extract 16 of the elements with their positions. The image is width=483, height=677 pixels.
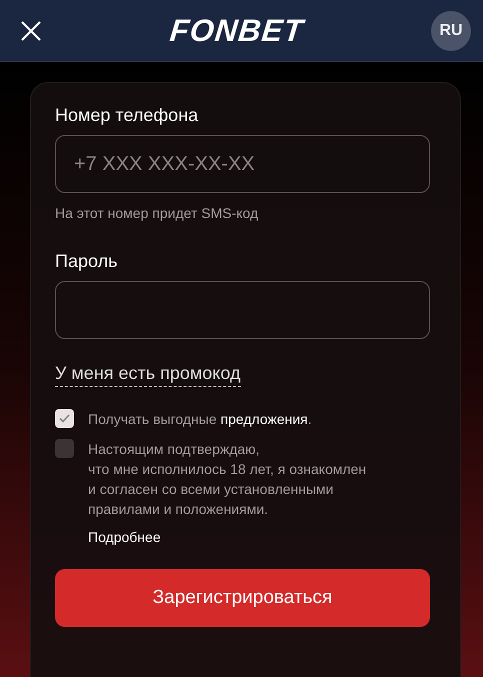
details-link[interactable]: Подробнее bbox=[88, 529, 161, 545]
password-field[interactable] bbox=[55, 281, 430, 339]
consent-text: Получать выгодные предложения. bbox=[88, 410, 312, 429]
checkbox[interactable] bbox=[55, 439, 74, 458]
logo: FONBET bbox=[168, 12, 306, 48]
consent-text: Настоящим подтверждаю, что мне исполнилось 18 лет, я ознакомлен и согласен со всеми установленными правилами и положениями. bbox=[88, 440, 366, 519]
language-button[interactable]: RU bbox=[431, 10, 471, 50]
register-button[interactable]: Зарегистрироваться bbox=[55, 569, 430, 627]
promo-code-link[interactable]: У меня есть промокод bbox=[55, 363, 240, 387]
phone-field[interactable]: +7 XXX XXX-XX-XX bbox=[55, 135, 430, 193]
check-icon bbox=[59, 414, 70, 423]
phone-label: Номер телефона bbox=[55, 105, 198, 126]
close-icon[interactable] bbox=[20, 20, 42, 42]
checkbox[interactable] bbox=[55, 409, 74, 428]
phone-hint: На этот номер придет SMS-код bbox=[55, 205, 258, 221]
password-label: Пароль bbox=[55, 251, 118, 272]
